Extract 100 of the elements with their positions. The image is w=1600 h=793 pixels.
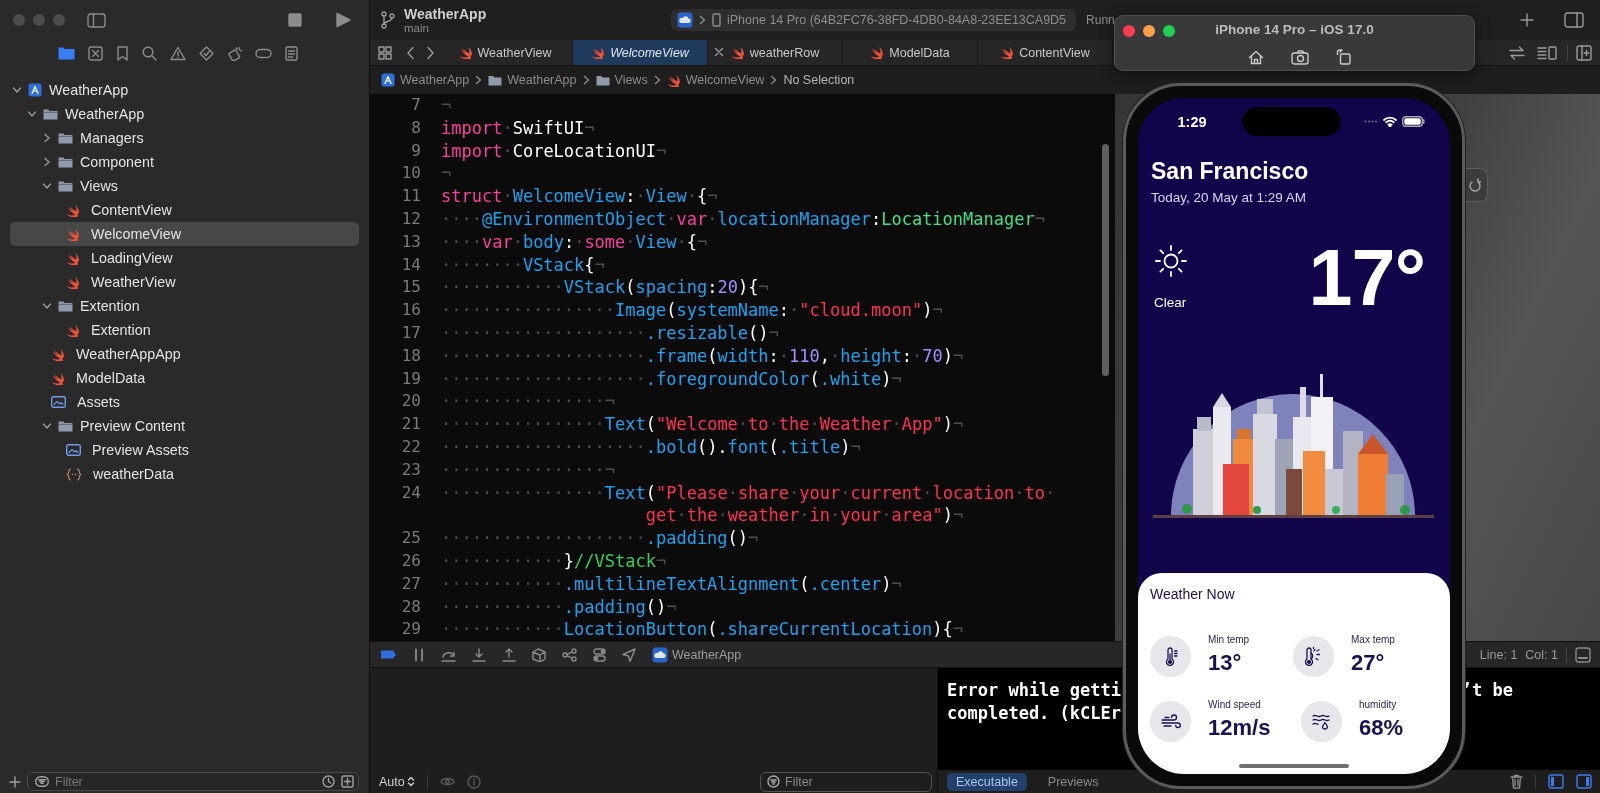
swap-arrows-icon[interactable] [1509,45,1525,60]
file-tree-item[interactable]: WeatherApp [10,102,359,126]
breadcrumb-item[interactable]: WeatherApp [488,73,577,87]
breadcrumb-item[interactable]: Views [595,73,648,87]
grid-icon[interactable] [378,45,392,60]
scrollbar[interactable] [1102,144,1109,376]
file-tree-item[interactable]: WelcomeView [10,222,359,246]
status-time: 1:29 [1176,113,1208,130]
home-icon[interactable] [1248,49,1264,65]
right-panel-icon[interactable] [1576,774,1592,789]
inspector-toggle-icon[interactable] [1564,12,1584,28]
line-number: 28 [400,595,421,618]
file-tree-item[interactable]: weatherData [10,462,359,486]
code-line: ············LocationButton(.shareCurrentLocation){¬ [441,618,964,642]
editor-tab[interactable]: weatherRow [708,40,843,65]
file-tree-item[interactable]: WeatherApp [10,78,359,102]
camera-icon[interactable] [1291,49,1309,65]
line-number: 23 [400,458,421,481]
code-line: ····················.foregroundColor(.white)¬ [441,367,902,391]
add-box-icon[interactable] [341,775,354,788]
panel-toggle-icon[interactable] [1575,646,1591,663]
spray-can-icon[interactable] [227,45,242,61]
file-tree-item[interactable]: WeatherAppApp [10,342,359,366]
file-tree-item[interactable]: ContentView [10,198,359,222]
scheme-destination-selector[interactable]: iPhone 14 Pro (64B2FC76-38FD-4DB0-84A8-23EE13CA9D5 [671,9,1077,31]
file-tree-item[interactable]: Managers [10,126,359,150]
bookmark-icon[interactable] [116,45,129,61]
trash-icon[interactable] [1510,774,1523,789]
metric-value: 27° [1351,649,1386,676]
line-number: 7 [410,94,421,116]
editor-tab[interactable]: WelcomeView [573,40,708,65]
editor-tab[interactable]: ModelData [843,40,978,65]
breadcrumb-item[interactable]: No Selection [783,73,855,87]
swift-icon [591,46,606,59]
pause-icon[interactable] [413,647,425,662]
code-line: ····················.frame(width:·110,·height:·70)¬ [441,344,964,368]
file-tree-item[interactable]: LoadingView [10,246,359,270]
scope-tab[interactable]: Executable [947,772,1027,791]
play-icon[interactable] [335,12,351,28]
file-tree-item[interactable]: Component [10,150,359,174]
app-icon [652,646,668,663]
code-line: ¬ [441,94,452,117]
code-line: ·················Image(systemName:·"cloud.moon")¬ [441,299,943,322]
folder-icon[interactable] [58,46,75,60]
line-number: 15 [400,276,421,299]
console-filter-field[interactable]: Filter [760,771,932,792]
step-into-icon[interactable] [472,647,486,662]
add-icon[interactable] [9,775,21,788]
close-window-button[interactable] [1123,25,1135,37]
file-tree-item[interactable]: Extention [10,294,359,318]
file-tree-item[interactable]: Assets [10,390,359,414]
file-tree-item[interactable]: ModelData [10,366,359,390]
line-number: 25 [400,527,421,550]
close-icon[interactable] [714,47,724,57]
breakpoint-toggle-icon[interactable] [380,649,397,660]
sidebar-toggle-icon[interactable] [87,12,106,28]
file-tree-item[interactable]: Views [10,174,359,198]
toggle-icon[interactable] [593,647,606,662]
rotate-icon[interactable] [1336,49,1351,65]
eye-icon[interactable] [439,776,455,787]
info-icon[interactable] [466,774,481,789]
search-icon[interactable] [142,45,157,61]
file-tree-item[interactable]: Preview Assets [10,438,359,462]
cellular-dots-icon [1364,120,1378,123]
warning-icon[interactable] [170,45,186,61]
graph-icon[interactable] [562,647,577,662]
minimize-window-button[interactable] [1143,25,1155,37]
file-tree-item[interactable]: Preview Content [10,414,359,438]
code-line: ····················.resizable()¬ [441,321,779,345]
zoom-window-button[interactable] [1163,25,1175,37]
add-icon[interactable] [1520,13,1534,27]
debug-target-label: WeatherApp [672,647,742,662]
up-down-chevron-icon [406,776,415,787]
left-panel-icon[interactable] [1548,774,1564,789]
diamond-icon[interactable] [199,45,214,61]
folder-icon [595,74,610,86]
file-tree-item[interactable]: WeatherView [10,270,359,294]
breadcrumb-item[interactable]: WeatherApp [381,73,470,87]
phone-icon [712,13,721,27]
clock-icon[interactable] [322,775,335,788]
x-square-icon[interactable] [88,45,103,61]
folder-icon [58,420,73,432]
variables-scope-selector[interactable]: Auto [379,774,415,789]
editor-tab[interactable]: ContentView [978,40,1113,65]
back-icon[interactable] [406,45,415,60]
scope-tab[interactable]: Previews [1038,772,1108,791]
swift-icon [66,251,80,265]
capsule-icon[interactable] [255,47,272,59]
forward-icon[interactable] [426,45,435,60]
step-out-icon[interactable] [502,647,516,662]
list-icon[interactable] [285,45,298,61]
breadcrumb-item[interactable]: WelcomeView [666,73,765,87]
file-tree-item[interactable]: Extention [10,318,359,342]
condition-text: Clear [1154,295,1187,310]
app-icon [677,12,693,28]
add-editor-icon[interactable] [1576,44,1592,61]
canvas-button[interactable] [1466,168,1488,202]
lines-panel-icon[interactable] [1537,45,1557,60]
code-line: ················Text("Welcome·to·the·Weather·App")¬ [441,413,964,436]
location-arrow-icon[interactable] [622,647,636,662]
